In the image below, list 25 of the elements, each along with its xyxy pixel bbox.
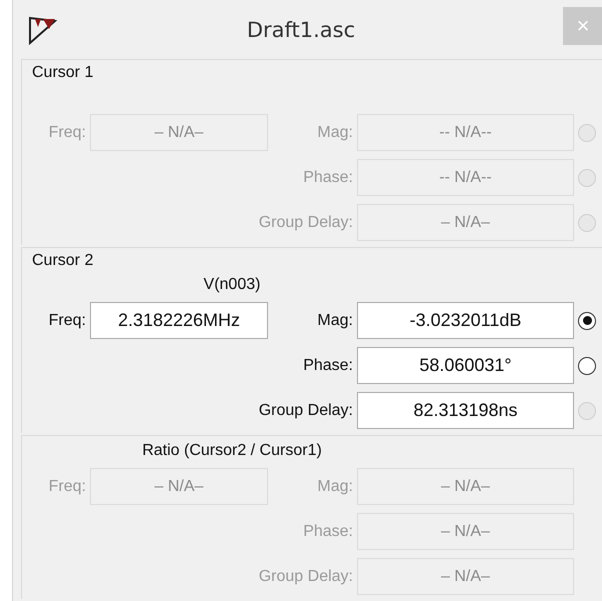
field-label: Phase: (302, 522, 353, 540)
field-label: Group Delay: (258, 402, 353, 420)
field-label: Phase: (302, 356, 353, 374)
field-label: Freq: (48, 478, 86, 496)
trace-name: Ratio (Cursor2 / Cursor1) (141, 441, 323, 461)
value-field[interactable]: -3.0232011dB (357, 302, 574, 339)
radio-button[interactable] (578, 356, 596, 374)
field-label: Mag: (316, 312, 353, 330)
window-title: Draft1.asc (246, 18, 356, 42)
value-field[interactable]: 82.313198ns (357, 392, 574, 429)
radio-button[interactable] (578, 312, 596, 330)
freq-field[interactable]: 2.3182226MHz (90, 302, 268, 339)
field-label: Freq: (48, 312, 86, 330)
value-field[interactable]: 58.060031° (357, 347, 574, 384)
field-label: Group Delay: (258, 568, 353, 586)
field-label: Group Delay: (258, 214, 353, 232)
field-label: Mag: (316, 478, 353, 496)
trace-name: V(n003) (202, 275, 262, 295)
field-label: Freq: (48, 124, 86, 142)
close-button[interactable]: × (563, 6, 602, 44)
app-logo-icon (27, 14, 59, 44)
field-label: Mag: (316, 124, 353, 142)
group-title: Cursor 2 (31, 252, 94, 271)
group-title: Cursor 1 (31, 64, 94, 83)
field-label: Phase: (302, 168, 353, 186)
